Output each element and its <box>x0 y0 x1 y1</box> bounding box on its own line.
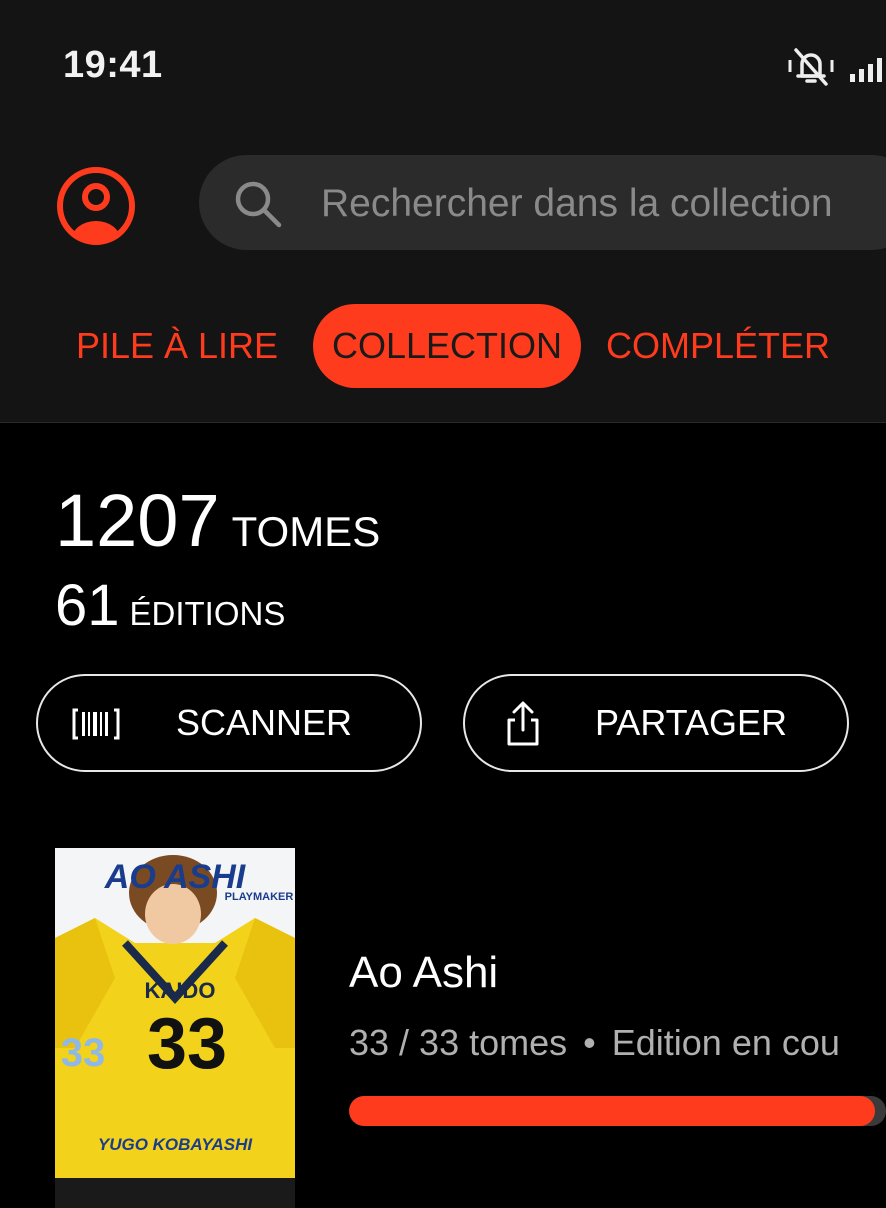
series-progress-fill <box>349 1096 876 1126</box>
bell-off-icon <box>788 48 834 86</box>
status-time: 19:41 <box>63 44 163 86</box>
cover-subtitle: PLAYMAKER <box>225 891 294 903</box>
manga-cover-art: AO ASHI PLAYMAKER KAIDO 33 33 YUGO KOBAY… <box>55 848 295 1208</box>
signal-icon <box>850 58 882 82</box>
search-bar[interactable] <box>199 155 886 250</box>
profile-icon[interactable] <box>55 165 137 247</box>
tab-collection[interactable]: COLLECTION <box>313 304 581 388</box>
series-cover[interactable]: AO ASHI PLAYMAKER KAIDO 33 33 YUGO KOBAY… <box>55 848 295 1208</box>
series-volumes: 33 / 33 tomes <box>349 1022 568 1063</box>
series-progress-bar <box>349 1096 886 1126</box>
cover-jersey-name: KAIDO <box>145 978 216 1003</box>
editions-number: 61 <box>55 573 120 638</box>
scan-button[interactable]: SCANNER <box>36 674 422 772</box>
editions-count: 61 ÉDITIONS <box>55 572 285 639</box>
editions-label: ÉDITIONS <box>129 595 286 632</box>
tomes-count: 1207 TOMES <box>55 478 380 563</box>
tomes-label: TOMES <box>231 508 381 555</box>
cover-jersey-number: 33 <box>147 1004 227 1084</box>
series-meta: 33 / 33 tomes • Edition en cou <box>349 1022 840 1064</box>
share-button[interactable]: PARTAGER <box>463 674 849 772</box>
tomes-number: 1207 <box>55 479 220 562</box>
tab-bar: PILE À LIRE COLLECTION COMPLÉTER <box>0 304 886 388</box>
tab-completer[interactable]: COMPLÉTER <box>596 304 840 388</box>
search-icon <box>235 181 282 228</box>
app-header: 19:41 PILE À LIRE <box>0 0 886 423</box>
cover-volume-number: 33 <box>61 1031 106 1075</box>
scan-button-label: SCANNER <box>175 702 353 743</box>
tab-pile-a-lire[interactable]: PILE À LIRE <box>64 304 290 388</box>
separator-dot: • <box>583 1022 596 1063</box>
status-icons <box>786 46 886 86</box>
cover-author: YUGO KOBAYASHI <box>98 1135 254 1154</box>
share-button-label: PARTAGER <box>594 702 788 743</box>
series-title[interactable]: Ao Ashi <box>349 948 498 998</box>
series-status: Edition en cou <box>611 1022 840 1063</box>
search-input[interactable] <box>319 179 883 229</box>
